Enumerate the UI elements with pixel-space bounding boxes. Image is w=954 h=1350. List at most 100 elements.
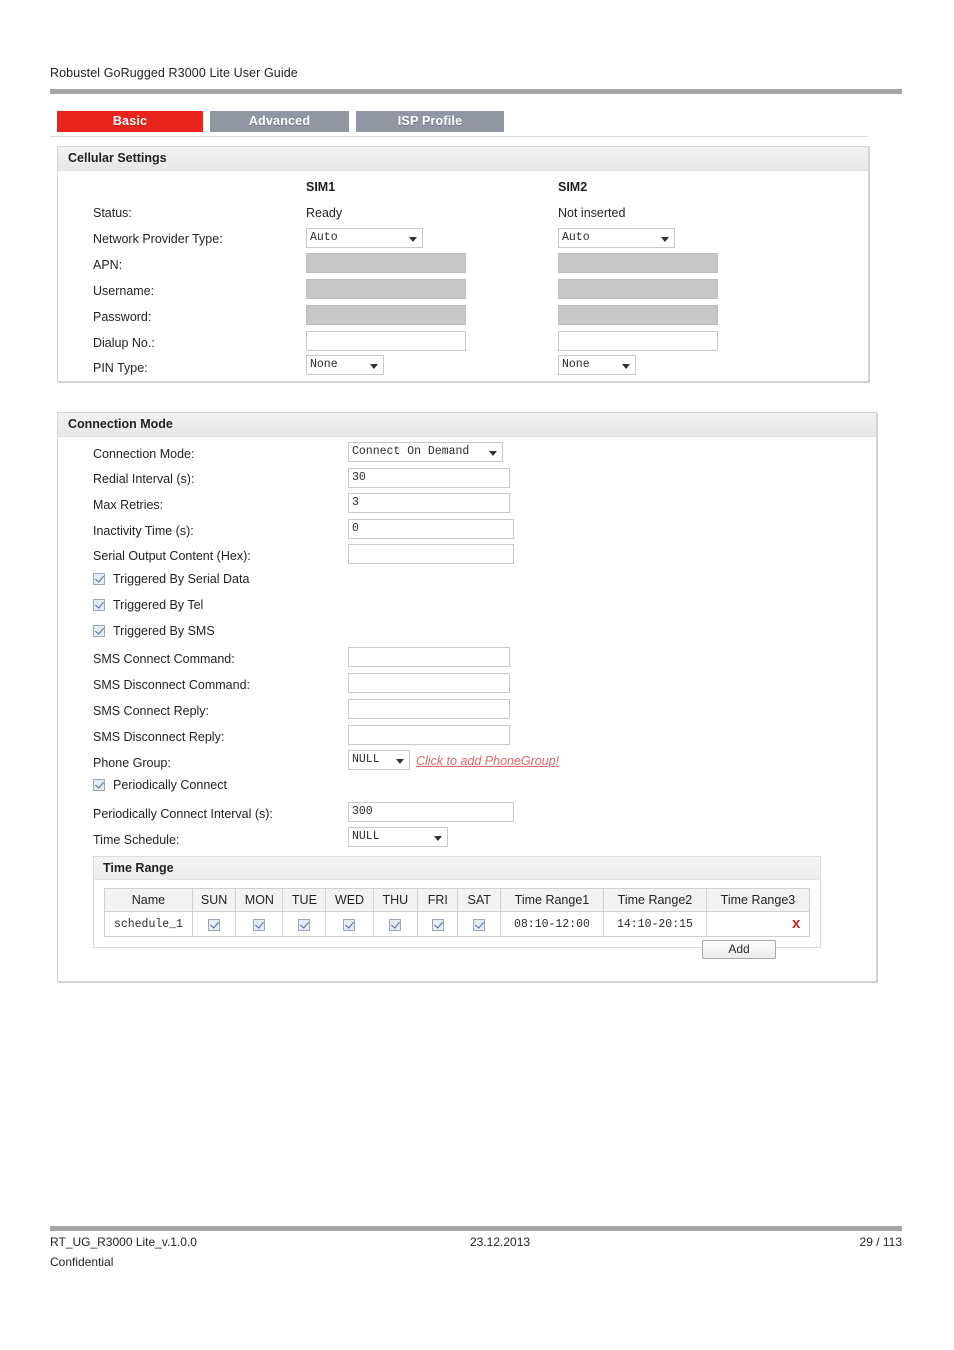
tab-advanced[interactable]: Advanced [210,111,349,132]
cell-time-range-1[interactable]: 08:10-12:00 [499,911,604,937]
footer-date: 23.12.2013 [470,1235,531,1249]
password-label: Password: [93,310,152,324]
sim2-password-input[interactable] [558,305,718,325]
periodically-connect-checkbox-row[interactable]: Periodically Connect [93,778,227,792]
triggered-by-sms-checkbox-row[interactable]: Triggered By SMS [93,624,215,638]
cell-sun[interactable] [191,911,237,937]
phone-group-select[interactable]: NULL [348,750,410,770]
sms-connect-command-input[interactable] [348,647,510,667]
inactivity-time-label: Inactivity Time (s): [93,524,194,538]
checkbox-checked-icon[interactable] [93,599,105,611]
checkbox-checked-icon[interactable] [473,918,486,931]
col-name: Name [104,888,193,912]
sim1-pin-type-select[interactable]: None [306,355,384,375]
add-phone-group-link[interactable]: Click to add PhoneGroup! [416,752,559,770]
checkbox-checked-icon[interactable] [93,779,105,791]
cell-wed[interactable] [325,911,374,937]
checkbox-checked-icon[interactable] [298,918,311,931]
pin-type-label: PIN Type: [93,361,148,375]
col-sun: SUN [191,888,237,912]
sim1-status-value: Ready [306,206,343,220]
sms-disconnect-reply-input[interactable] [348,725,510,745]
dialup-no-label: Dialup No.: [93,336,155,350]
triggered-by-serial-data-checkbox-row[interactable]: Triggered By Serial Data [93,572,249,586]
sms-connect-reply-label: SMS Connect Reply: [93,704,210,718]
connection-mode-label: Connection Mode: [93,447,195,461]
periodically-connect-interval-input[interactable]: 300 [348,802,514,822]
cell-name[interactable]: schedule_1 [104,911,193,937]
chevron-down-icon [409,237,417,242]
document-header-title: Robustel GoRugged R3000 Lite User Guide [50,66,298,80]
footer-confidential: Confidential [50,1255,114,1269]
chevron-down-icon [370,364,378,369]
cellular-settings-panel: Cellular Settings SIM1 SIM2 Status: Read… [57,146,869,382]
add-button[interactable]: Add [702,940,776,959]
table-row: schedule_1 08:10-12:00 14:10-20:15 [104,911,811,937]
tab-basic[interactable]: Basic [57,111,203,132]
checkbox-checked-icon[interactable] [93,625,105,637]
checkbox-checked-icon[interactable] [431,918,444,931]
sms-disconnect-command-input[interactable] [348,673,510,693]
chevron-down-icon [396,759,404,764]
apn-label: APN: [93,258,123,272]
time-range-body: Name SUN MON TUE WED THU FRI SAT Time Ra… [94,880,820,959]
chevron-down-icon [622,364,630,369]
max-retries-label: Max Retries: [93,498,164,512]
tab-bar-underline [50,136,868,137]
max-retries-input[interactable]: 3 [348,493,510,513]
periodically-connect-interval-label: Periodically Connect Interval (s): [93,807,273,821]
status-label: Status: [93,206,132,220]
connection-mode-panel: Connection Mode Connection Mode: Connect… [57,412,877,982]
sim1-username-input[interactable] [306,279,466,299]
table-header-row: Name SUN MON TUE WED THU FRI SAT Time Ra… [104,888,811,912]
col-time-range-2: Time Range2 [602,888,707,912]
sim2-network-provider-type-select[interactable]: Auto [558,228,675,248]
checkbox-checked-icon[interactable] [93,573,105,585]
checkbox-checked-icon[interactable] [389,918,402,931]
col-mon: MON [235,888,284,912]
footer-divider [50,1226,902,1231]
sim1-password-input[interactable] [306,305,466,325]
time-schedule-select[interactable]: NULL [348,827,448,847]
time-range-title: Time Range [94,857,820,880]
redial-interval-input[interactable]: 30 [348,468,510,488]
sms-disconnect-command-label: SMS Disconnect Command: [93,678,251,692]
col-time-range-1: Time Range1 [499,888,604,912]
inactivity-time-input[interactable]: 0 [348,519,514,539]
sms-connect-reply-input[interactable] [348,699,510,719]
checkbox-checked-icon[interactable] [343,918,356,931]
sms-disconnect-reply-label: SMS Disconnect Reply: [93,730,225,744]
time-range-table: Name SUN MON TUE WED THU FRI SAT Time Ra… [104,888,811,937]
cellular-settings-title: Cellular Settings [58,147,868,171]
sim2-apn-input[interactable] [558,253,718,273]
tab-bar: Basic Advanced ISP Profile [57,111,504,132]
triggered-by-tel-checkbox-row[interactable]: Triggered By Tel [93,598,203,612]
cell-thu[interactable] [372,911,419,937]
cell-tue[interactable] [282,911,327,937]
username-label: Username: [93,284,155,298]
sim2-username-input[interactable] [558,279,718,299]
sim1-apn-input[interactable] [306,253,466,273]
checkbox-checked-icon[interactable] [253,918,266,931]
col-wed: WED [325,888,374,912]
serial-output-content-input[interactable] [348,544,514,564]
tab-isp-profile[interactable]: ISP Profile [356,111,504,132]
col-sat: SAT [457,888,501,912]
checkbox-checked-icon[interactable] [208,918,221,931]
redial-interval-label: Redial Interval (s): [93,472,195,486]
connection-mode-title: Connection Mode [58,413,876,437]
cell-time-range-2[interactable]: 14:10-20:15 [602,911,707,937]
cell-fri[interactable] [417,911,459,937]
sim1-network-provider-type-select[interactable]: Auto [306,228,423,248]
sim2-pin-type-select[interactable]: None [558,355,636,375]
cell-mon[interactable] [235,911,284,937]
delete-row-icon[interactable]: x [792,915,800,932]
cell-sat[interactable] [457,911,501,937]
sim2-dialup-no-input[interactable] [558,331,718,351]
col-thu: THU [372,888,419,912]
chevron-down-icon [489,451,497,456]
chevron-down-icon [434,836,442,841]
sim1-dialup-no-input[interactable] [306,331,466,351]
col-fri: FRI [417,888,459,912]
connection-mode-select[interactable]: Connect On Demand [348,442,503,462]
